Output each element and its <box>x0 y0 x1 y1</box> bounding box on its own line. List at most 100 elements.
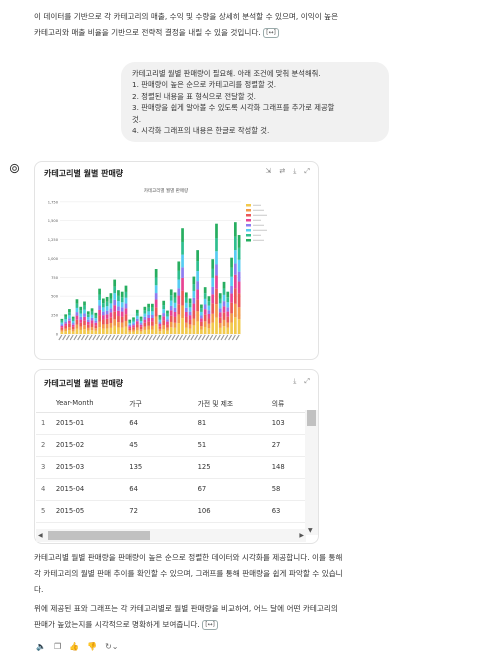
bar-segment <box>113 299 117 306</box>
thumbs-down-icon[interactable]: 👎 <box>87 642 97 651</box>
bar-segment <box>200 311 203 316</box>
bar-segment <box>105 301 109 307</box>
thumbs-up-icon[interactable]: 👍 <box>69 642 79 651</box>
bar-segment <box>128 328 132 331</box>
download-icon[interactable]: ⤓ <box>293 167 296 176</box>
bar-segment <box>113 319 117 326</box>
bar-segment <box>196 311 199 322</box>
bar-segment <box>105 296 109 302</box>
bar-segment <box>154 324 158 334</box>
bar-segment <box>139 320 143 324</box>
table-header-row: Year-Month 가구 가전 및 제조 의류 <box>36 394 305 413</box>
expand-icon[interactable]: ⤢ <box>304 377 310 386</box>
bar-segment <box>102 315 105 320</box>
bar-segment <box>203 304 207 310</box>
column-header-year-month[interactable]: Year-Month <box>49 394 124 413</box>
bar-segment <box>222 326 226 334</box>
bar-segment <box>64 314 68 317</box>
scroll-right-arrow-icon[interactable]: ▶ <box>299 532 304 539</box>
bar-segment <box>94 312 98 316</box>
y-tick-label: 1,000 <box>48 257 59 261</box>
cell-clothing: 27 <box>265 434 305 457</box>
bar-segment <box>120 291 124 298</box>
bar-segment <box>211 322 215 334</box>
summary-paragraph-1: 카테고리별 월별 판매량을 판매량이 높은 순으로 정렬한 데이터와 시각화를 … <box>34 550 454 598</box>
bar-segment <box>158 323 162 327</box>
column-header-electronics[interactable]: 가전 및 제조 <box>191 394 266 413</box>
bar-segment <box>143 316 147 320</box>
bar-segment <box>90 317 94 321</box>
bar-segment <box>124 320 128 327</box>
bar-segment <box>154 293 158 300</box>
horizontal-scroll-thumb[interactable] <box>48 531 150 540</box>
bar-segment <box>184 316 188 323</box>
bar-segment <box>86 311 90 315</box>
bar-segment <box>192 310 196 319</box>
bar-segment <box>203 321 207 327</box>
share-icon[interactable]: ⇲ <box>266 167 272 176</box>
bar-segment <box>215 275 218 289</box>
bar-segment <box>135 321 139 325</box>
expand-icon[interactable]: ⤢ <box>304 167 310 176</box>
y-tick-label: 250 <box>51 314 59 318</box>
bar-segment <box>192 303 196 311</box>
bar-segment <box>113 286 117 294</box>
bar-segment <box>124 308 128 315</box>
intro-paragraph: 이 데이터를 기반으로 각 카테고리의 매출, 수익 및 수량을 상세히 분석할… <box>34 9 454 41</box>
refresh-icon[interactable]: ⇄ <box>279 167 285 176</box>
vertical-scrollbar[interactable]: ▼ <box>305 410 318 535</box>
bar-segment <box>181 318 184 334</box>
vertical-scroll-thumb[interactable] <box>307 410 316 426</box>
column-header-clothing[interactable]: 의류 <box>265 394 305 413</box>
bar-segment <box>233 250 237 264</box>
citation-link[interactable]: [↔] <box>202 620 218 630</box>
bar-segment <box>169 289 173 296</box>
copy-icon[interactable]: ❐ <box>54 642 61 651</box>
bar-segment <box>215 317 218 334</box>
bar-segment <box>102 303 105 308</box>
bar-segment <box>169 295 173 301</box>
bar-segment <box>192 284 196 291</box>
bar-segment <box>188 311 192 316</box>
scroll-left-arrow-icon[interactable]: ◀ <box>38 532 43 539</box>
legend-swatch <box>246 219 251 222</box>
bar-segment <box>60 318 64 321</box>
summary-line: 각 카테고리의 월별 판매 추이를 확인할 수 있으며, 그래프를 통해 판매량… <box>34 569 343 578</box>
x-tick-mark <box>122 334 127 341</box>
bar-segment <box>79 329 83 334</box>
bar-segment <box>98 321 101 328</box>
bar-segment <box>98 309 101 316</box>
bar-segment <box>132 317 135 320</box>
horizontal-scrollbar[interactable]: ◀ ▶ <box>36 529 306 542</box>
bar-segment <box>177 261 181 271</box>
bar-segment <box>113 305 117 312</box>
bar-segment <box>109 322 113 328</box>
bar-segment <box>124 326 128 334</box>
citation-link[interactable]: [↔] <box>263 28 279 38</box>
scroll-down-arrow-icon[interactable]: ▼ <box>308 527 313 534</box>
x-tick-mark <box>130 334 135 341</box>
bar-segment <box>162 309 166 314</box>
bar-segment <box>79 316 83 320</box>
bar-segment <box>192 297 196 304</box>
table-card: 카테고리별 월별 판매량 ⤓ ⤢ Year-Month 가구 가전 및 제조 의… <box>34 369 319 544</box>
bar-segment <box>98 288 101 295</box>
table-viewport[interactable]: Year-Month 가구 가전 및 제조 의류 1 2015-01 64 81… <box>36 394 305 531</box>
bar-segment <box>98 294 101 300</box>
bar-segment <box>113 293 117 300</box>
bar-segment <box>162 316 166 321</box>
speaker-icon[interactable]: 🔈 <box>36 642 46 651</box>
bar-segment <box>98 327 101 334</box>
bar-segment <box>173 327 177 334</box>
download-icon[interactable]: ⤓ <box>293 377 296 386</box>
column-header-furniture[interactable]: 가구 <box>123 394 192 413</box>
column-header-index[interactable] <box>36 394 50 413</box>
bar-segment <box>147 329 150 334</box>
regenerate-icon[interactable]: ↻⌄ <box>105 642 118 651</box>
table-row: 5 2015-05 72 106 63 <box>36 500 305 523</box>
bar-segment <box>105 318 109 324</box>
bar-segment <box>230 322 233 334</box>
bar-segment <box>215 288 218 305</box>
bar-segment <box>200 321 203 327</box>
summary-paragraph-2: 위에 제공된 표와 그래프는 각 카테고리별로 월별 판매량을 비교하여, 어느… <box>34 601 454 633</box>
